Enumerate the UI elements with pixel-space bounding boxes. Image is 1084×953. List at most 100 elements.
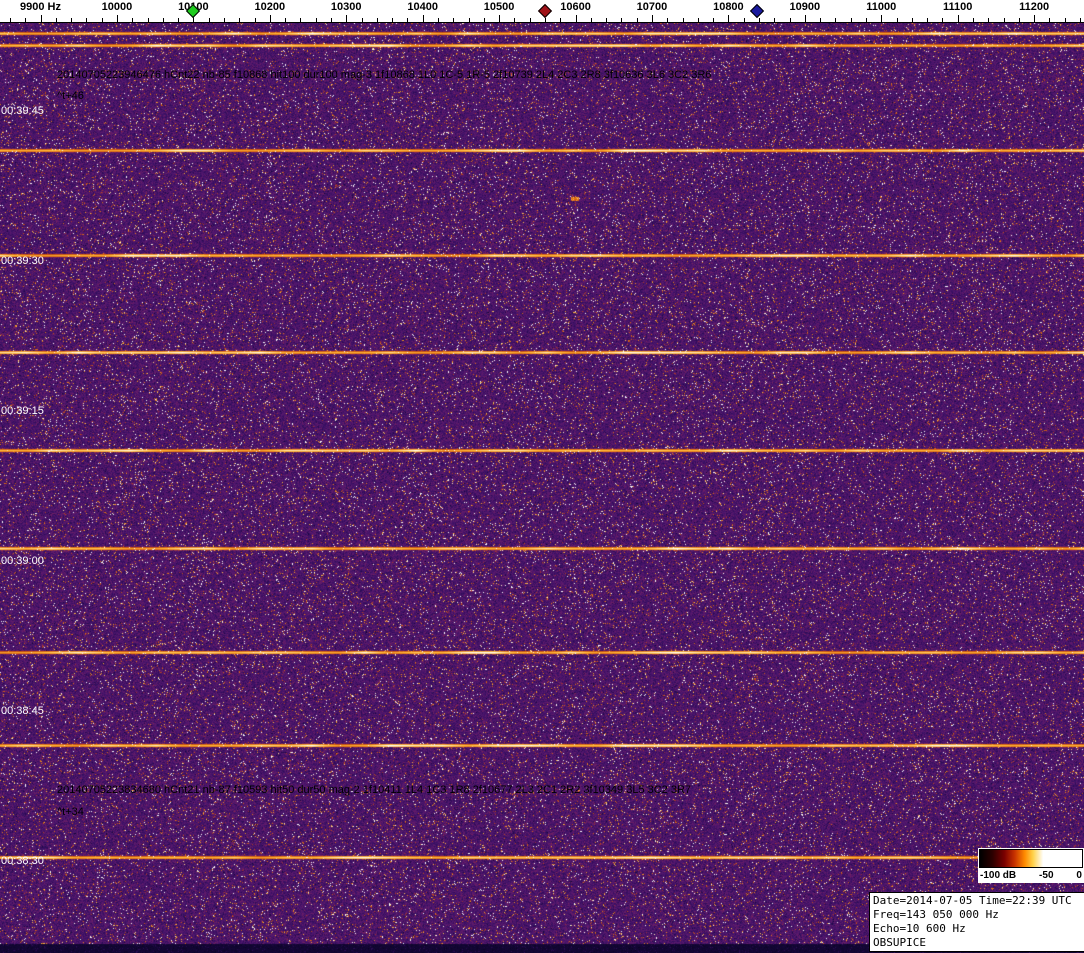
info-date-time: Date=2014-07-05 Time=22:39 UTC <box>873 894 1072 907</box>
ruler-tick <box>499 15 500 22</box>
ruler-tick <box>637 18 638 22</box>
ruler-tick <box>438 18 439 22</box>
ruler-tick <box>362 18 363 22</box>
ruler-tick-label: 10200 <box>254 1 286 13</box>
ruler-tick <box>881 15 882 22</box>
ruler-tick-label: 10600 <box>560 1 591 13</box>
ruler-tick <box>10 18 11 22</box>
ruler-tick <box>1019 18 1020 22</box>
ruler-tick-label: 11100 <box>942 1 973 13</box>
ruler-tick <box>1034 15 1035 22</box>
ruler-tick <box>1004 18 1005 22</box>
ruler-tick <box>56 18 57 22</box>
ruler-tick <box>346 15 347 22</box>
ruler-tick <box>469 18 470 22</box>
event-annotation-1: 20140705223946476 hCnt22 nb-85 f10868 hi… <box>57 69 712 81</box>
ruler-tick <box>545 18 546 22</box>
colorbar-label-mid: -50 <box>1039 869 1054 881</box>
time-label: 00:39:00 <box>1 555 44 567</box>
info-box: Date=2014-07-05 Time=22:39 UTC Freq=143 … <box>869 892 1084 952</box>
ruler-tick <box>270 15 271 22</box>
event-annotation-1-time-offset: ^t+46 <box>57 90 84 102</box>
ruler-tick <box>377 18 378 22</box>
time-label: 00:39:30 <box>1 255 44 267</box>
ruler-tick-label: 11200 <box>1019 1 1050 13</box>
ruler-tick <box>300 18 301 22</box>
ruler-tick <box>41 15 42 22</box>
ruler-tick <box>866 18 867 22</box>
ruler-tick <box>606 18 607 22</box>
colorbar-label-max: 0 <box>1076 869 1082 881</box>
ruler-tick <box>209 18 210 22</box>
ruler-tick <box>102 18 103 22</box>
ruler-tick <box>224 18 225 22</box>
ruler-tick <box>484 18 485 22</box>
event-annotation-2-time-offset: ^t+34 <box>57 806 84 818</box>
marker-red-diamond-icon[interactable] <box>537 3 553 19</box>
ruler-tick <box>1049 18 1050 22</box>
ruler-tick <box>316 18 317 22</box>
ruler-tick-label: 11000 <box>866 1 897 13</box>
ruler-tick <box>897 18 898 22</box>
ruler-tick <box>178 18 179 22</box>
ruler-tick <box>25 18 26 22</box>
time-label: 00:38:30 <box>1 855 44 867</box>
spectrogram-display: 9900 Hz100001010010200103001040010500106… <box>0 0 1084 953</box>
info-echo: Echo=10 600 Hz <box>873 922 966 935</box>
ruler-tick <box>530 18 531 22</box>
ruler-tick <box>285 18 286 22</box>
colorbar: -100 dB -50 0 <box>978 848 1084 883</box>
ruler-tick <box>560 18 561 22</box>
info-station: OBSUPICE <box>873 936 926 949</box>
ruler-tick <box>117 15 118 22</box>
time-label: 00:39:15 <box>1 405 44 417</box>
event-annotation-2: 20140705223834680 hCnt21 nb-87 f10593 hi… <box>57 784 692 796</box>
ruler-tick-label: 10800 <box>713 1 744 13</box>
ruler-tick <box>86 18 87 22</box>
time-label: 00:39:45 <box>1 105 44 117</box>
ruler-tick <box>148 18 149 22</box>
ruler-tick <box>239 18 240 22</box>
ruler-tick <box>805 15 806 22</box>
ruler-tick-label: 10000 <box>101 1 133 13</box>
colorbar-labels: -100 dB -50 0 <box>979 868 1083 882</box>
ruler-tick <box>790 18 791 22</box>
ruler-tick <box>973 18 974 22</box>
ruler-tick <box>774 18 775 22</box>
ruler-tick <box>1065 18 1066 22</box>
ruler-tick <box>912 18 913 22</box>
ruler-tick <box>163 18 164 22</box>
info-frequency: Freq=143 050 000 Hz <box>873 908 999 921</box>
ruler-tick <box>683 18 684 22</box>
ruler-tick <box>621 18 622 22</box>
ruler-tick <box>71 18 72 22</box>
frequency-ruler: 9900 Hz100001010010200103001040010500106… <box>0 0 1084 23</box>
ruler-tick <box>423 15 424 22</box>
ruler-tick <box>132 18 133 22</box>
ruler-tick <box>927 18 928 22</box>
ruler-tick <box>667 18 668 22</box>
spectrogram-canvas <box>0 23 1084 953</box>
ruler-tick <box>851 18 852 22</box>
ruler-tick-label: 10700 <box>636 1 668 13</box>
ruler-tick <box>407 18 408 22</box>
ruler-tick-label: 10400 <box>407 1 438 13</box>
ruler-tick <box>988 18 989 22</box>
ruler-tick <box>820 18 821 22</box>
ruler-tick <box>835 18 836 22</box>
ruler-tick <box>331 18 332 22</box>
ruler-tick <box>392 18 393 22</box>
ruler-tick <box>652 15 653 22</box>
ruler-tick <box>514 18 515 22</box>
ruler-tick <box>728 15 729 22</box>
ruler-tick <box>958 15 959 22</box>
colorbar-label-min: -100 dB <box>980 869 1017 881</box>
ruler-tick <box>255 18 256 22</box>
marker-blue-diamond-icon[interactable] <box>750 3 765 19</box>
ruler-tick-label: 10900 <box>789 1 821 13</box>
time-label: 00:38:45 <box>1 705 44 717</box>
ruler-tick <box>591 18 592 22</box>
ruler-tick <box>698 18 699 22</box>
ruler-tick <box>453 18 454 22</box>
ruler-tick-label: 10300 <box>330 1 362 13</box>
